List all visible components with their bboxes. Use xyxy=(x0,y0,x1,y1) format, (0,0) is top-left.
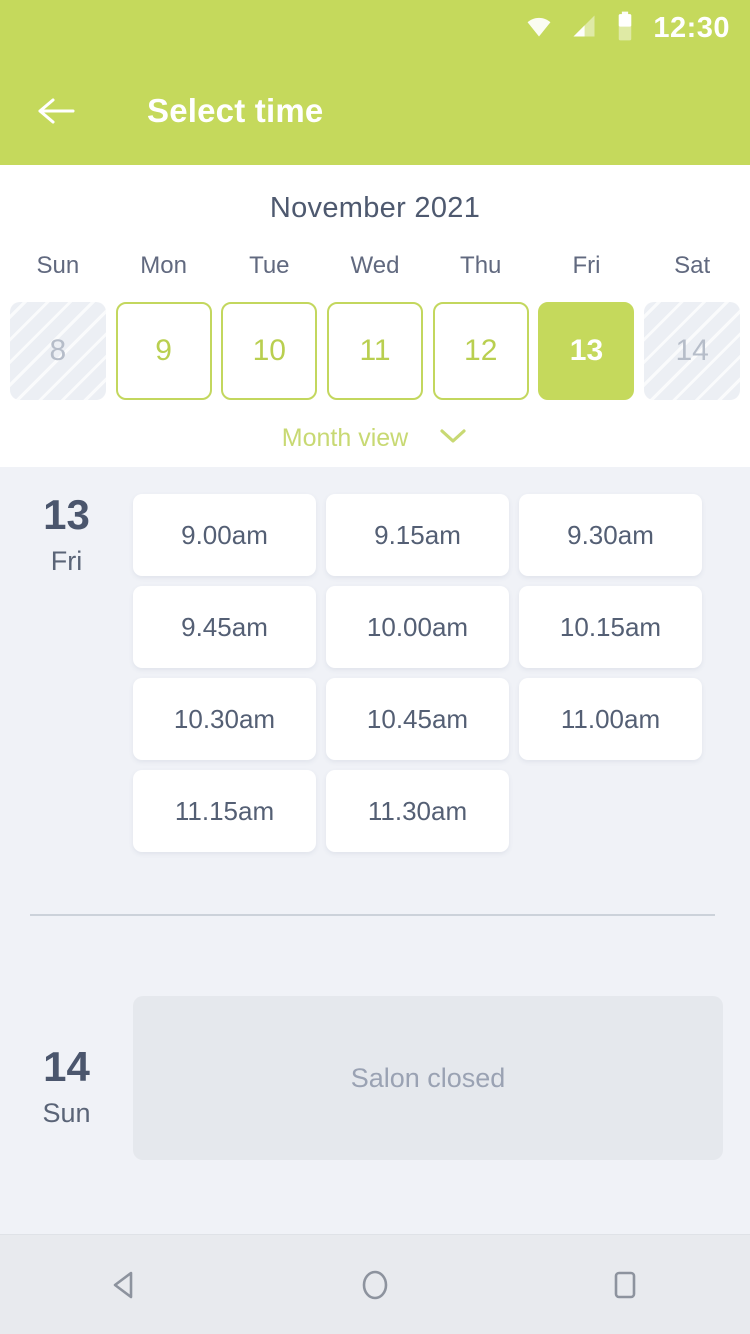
status-bar-clock: 12:30 xyxy=(653,11,730,44)
date-cell-wrap: 11 xyxy=(322,302,428,400)
time-slot[interactable]: 11.00am xyxy=(519,678,702,760)
date-cell-wrap: 9 xyxy=(111,302,217,400)
schedule-day-13: 13 Fri 9.00am 9.15am 9.30am 9.45am 10.00… xyxy=(0,467,750,852)
back-button[interactable] xyxy=(33,88,79,134)
dow-label: Thu xyxy=(460,252,502,279)
day-weekday: Fri xyxy=(50,546,83,576)
android-back-button[interactable] xyxy=(70,1235,180,1334)
app-bar: Select time xyxy=(0,56,750,165)
dow-label: Wed xyxy=(350,252,400,279)
dow-label: Fri xyxy=(572,252,601,279)
wifi-icon xyxy=(525,12,553,45)
date-cell-10[interactable]: 10 xyxy=(221,302,318,400)
android-recents-icon xyxy=(614,1271,636,1298)
time-slot[interactable]: 9.45am xyxy=(133,586,316,668)
app-root: 12:30 Select time November 2021 Sun Mon … xyxy=(0,0,750,1334)
month-view-label: Month view xyxy=(281,424,409,452)
date-cell-wrap: 8 xyxy=(5,302,111,400)
schedule-list: 13 Fri 9.00am 9.15am 9.30am 9.45am 10.00… xyxy=(0,467,750,1234)
time-slot[interactable]: 10.15am xyxy=(519,586,702,668)
day-number: 14 xyxy=(43,1043,90,1090)
chevron-down-icon xyxy=(438,427,468,450)
cellular-signal-icon xyxy=(570,12,598,45)
calendar-strip: November 2021 Sun Mon Tue Wed Thu Fri Sa… xyxy=(0,165,750,467)
time-slot[interactable]: 10.30am xyxy=(133,678,316,760)
date-cell-wrap: 12 xyxy=(428,302,534,400)
salon-closed-banner: Salon closed xyxy=(133,996,723,1160)
android-nav-bar xyxy=(0,1234,750,1334)
time-slot[interactable]: 11.30am xyxy=(326,770,509,852)
time-slot[interactable]: 10.45am xyxy=(326,678,509,760)
time-slot[interactable]: 9.00am xyxy=(133,494,316,576)
android-home-icon xyxy=(362,1270,388,1299)
day-of-week-header: Sun Mon Tue Wed Thu Fri Sat xyxy=(0,252,750,280)
date-cell-12[interactable]: 12 xyxy=(432,302,529,400)
time-slot[interactable]: 10.00am xyxy=(326,586,509,668)
calendar-dates-row: 8 9 10 11 12 13 14 xyxy=(0,302,750,400)
day-label-14: 14 Sun xyxy=(0,996,133,1160)
dow-label: Sun xyxy=(36,252,80,279)
month-view-toggle[interactable]: Month view xyxy=(0,424,750,453)
day-label-13: 13 Fri xyxy=(0,494,133,852)
dow-label: Mon xyxy=(140,252,187,279)
time-slot-grid: 9.00am 9.15am 9.30am 9.45am 10.00am 10.1… xyxy=(133,494,750,852)
schedule-day-14: 14 Sun Salon closed xyxy=(0,916,750,1160)
android-home-button[interactable] xyxy=(320,1235,430,1334)
time-slot[interactable]: 9.30am xyxy=(519,494,702,576)
android-back-icon xyxy=(113,1271,133,1298)
calendar-month-title: November 2021 xyxy=(269,192,481,224)
back-arrow-icon xyxy=(38,97,75,124)
status-bar: 12:30 xyxy=(0,0,750,56)
date-cell-14: 14 xyxy=(644,302,741,400)
date-cell-8: 8 xyxy=(9,302,106,400)
dow-label: Tue xyxy=(249,252,290,279)
android-recents-button[interactable] xyxy=(570,1235,680,1334)
dow-label: Sat xyxy=(674,252,711,279)
time-slot[interactable]: 9.15am xyxy=(326,494,509,576)
time-slot[interactable]: 11.15am xyxy=(133,770,316,852)
page-title: Select time xyxy=(147,91,324,129)
day-number: 13 xyxy=(43,491,90,538)
date-cell-11[interactable]: 11 xyxy=(327,302,424,400)
day-weekday: Sun xyxy=(42,1098,91,1128)
date-cell-wrap: 10 xyxy=(216,302,322,400)
date-cell-wrap: 14 xyxy=(639,302,745,400)
battery-icon xyxy=(615,11,635,46)
date-cell-wrap: 13 xyxy=(534,302,640,400)
status-bar-icons xyxy=(525,11,635,46)
date-cell-13-selected[interactable]: 13 xyxy=(538,302,635,400)
date-cell-9[interactable]: 9 xyxy=(115,302,212,400)
